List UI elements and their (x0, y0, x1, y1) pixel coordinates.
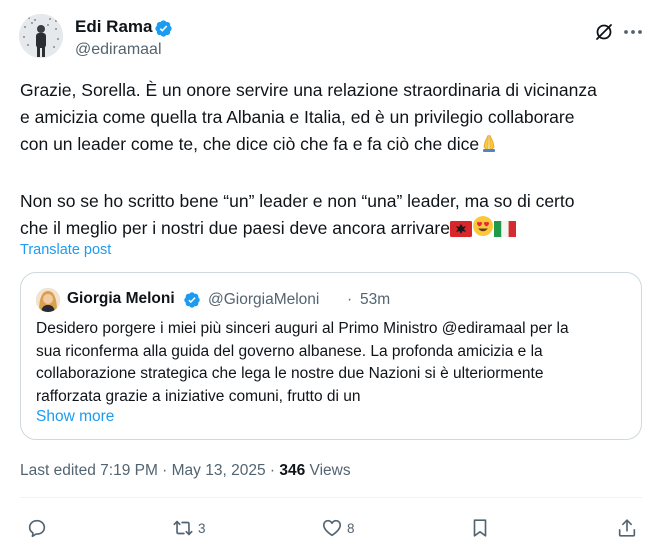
post-line: e amicizia come quella tra Albania e Ita… (20, 107, 575, 127)
like-count: 8 (347, 520, 355, 536)
like-button[interactable]: 8 (321, 516, 355, 540)
verified-badge-icon (155, 20, 172, 37)
quote-line: Desidero porgere i miei più sinceri augu… (36, 320, 569, 337)
translate-post-link[interactable]: Translate post (20, 242, 111, 258)
bookmark-icon (473, 519, 487, 537)
post-line: con un leader come te, che dice ciò che … (20, 131, 650, 161)
repost-icon (173, 520, 193, 536)
post-line: Grazie, Sorella. È un onore servire una … (20, 80, 597, 100)
bookmark-button[interactable] (469, 516, 491, 540)
quote-text: Desidero porgere i miei più sinceri augu… (36, 318, 636, 408)
author-handle[interactable]: @ediramaal (75, 41, 162, 59)
post-text: Grazie, Sorella. È un onore servire una … (20, 77, 650, 245)
reply-button[interactable] (26, 516, 52, 540)
quote-line: collaborazione strategica che lega le no… (36, 365, 544, 382)
reply-icon (28, 519, 46, 538)
post-line: Non so se ho scritto bene “un” leader e … (20, 191, 575, 211)
quote-timestamp[interactable]: 53m (360, 291, 390, 309)
views-label: Views (305, 462, 351, 479)
post: Edi Rama @ediramaal Grazie, Sorella. È u… (0, 0, 659, 555)
folded-hands-icon (479, 133, 499, 161)
author-name[interactable]: Edi Rama (75, 17, 152, 37)
more-icon[interactable] (622, 22, 644, 42)
quote-line: sua riconferma alla guida del governo al… (36, 342, 543, 360)
edited-timestamp[interactable]: Last edited 7:19 PM · May 13, 2025 · (20, 462, 279, 479)
post-meta: Last edited 7:19 PM · May 13, 2025 · 346… (20, 462, 351, 480)
like-icon (322, 519, 342, 537)
separator-dot: · (347, 291, 353, 308)
quote-line: rafforzata grazie a iniziative comuni, f… (36, 387, 361, 405)
author-avatar[interactable] (19, 14, 63, 58)
flag-albania-icon (449, 218, 472, 245)
verified-badge-icon (184, 292, 200, 308)
quote-author-handle[interactable]: @GiorgiaMeloni (208, 291, 319, 309)
show-more-link[interactable]: Show more (36, 408, 114, 426)
quoted-post[interactable]: Giorgia Meloni @GiorgiaMeloni · 53m Desi… (20, 272, 642, 440)
share-button[interactable] (616, 516, 638, 540)
grok-icon[interactable] (594, 22, 614, 42)
quote-author-name[interactable]: Giorgia Meloni (67, 290, 175, 308)
repost-count: 3 (198, 520, 206, 536)
post-line: che il meglio per i nostri due paesi dev… (20, 215, 650, 245)
flag-italy-icon (493, 218, 516, 245)
repost-button[interactable]: 3 (172, 516, 206, 540)
quote-author-avatar[interactable] (36, 288, 60, 312)
views-count: 346 (279, 462, 306, 479)
share-icon (618, 519, 636, 537)
divider (20, 497, 642, 498)
smiling-face-with-heart-eyes-icon (472, 215, 494, 245)
